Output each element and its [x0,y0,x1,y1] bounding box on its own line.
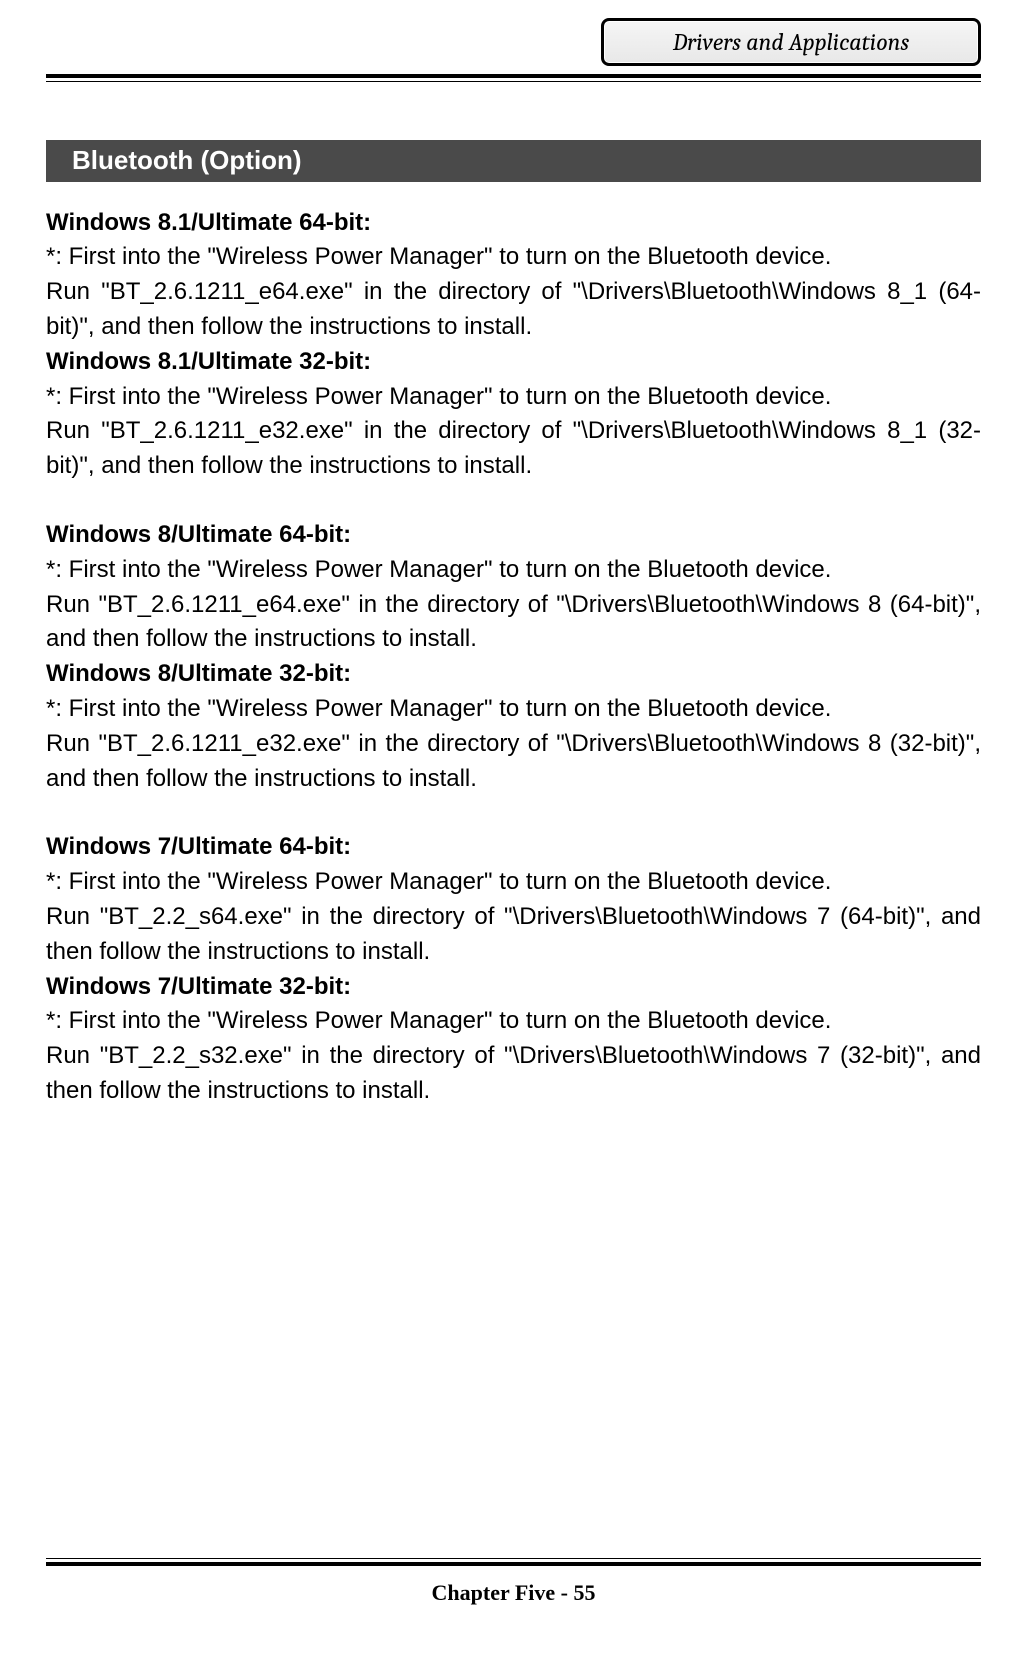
os-note: *: First into the "Wireless Power Manage… [46,240,981,275]
os-heading: Windows 8.1/Ultimate 64-bit: [46,206,981,241]
os-heading: Windows 8/Ultimate 32-bit: [46,657,981,692]
section-title: Bluetooth (Option) [72,142,302,180]
os-heading: Windows 8.1/Ultimate 32-bit: [46,345,981,380]
header-rule [46,74,981,82]
os-note: *: First into the "Wireless Power Manage… [46,1004,981,1039]
os-note: *: First into the "Wireless Power Manage… [46,380,981,415]
os-entry: Windows 8/Ultimate 32-bit: *: First into… [46,657,981,796]
chapter-label: Drivers and Applications [673,28,909,56]
os-entry: Windows 8.1/Ultimate 64-bit: *: First in… [46,206,981,345]
os-body: Run "BT_2.2_s64.exe" in the directory of… [46,900,981,970]
footer-rule [46,1558,981,1566]
section-title-bar: Bluetooth (Option) [46,140,981,182]
page-content: Bluetooth (Option) Windows 8.1/Ultimate … [0,80,1027,1109]
os-heading: Windows 7/Ultimate 64-bit: [46,830,981,865]
os-entry: Windows 7/Ultimate 32-bit: *: First into… [46,970,981,1109]
os-entry: Windows 8/Ultimate 64-bit: *: First into… [46,518,981,657]
os-heading: Windows 8/Ultimate 64-bit: [46,518,981,553]
os-entry: Windows 7/Ultimate 64-bit: *: First into… [46,830,981,969]
os-body: Run "BT_2.2_s32.exe" in the directory of… [46,1039,981,1109]
page-header: Drivers and Applications [0,0,1027,80]
os-body: Run "BT_2.6.1211_e64.exe" in the directo… [46,275,981,345]
os-heading: Windows 7/Ultimate 32-bit: [46,970,981,1005]
os-body: Run "BT_2.6.1211_e64.exe" in the directo… [46,588,981,658]
os-body: Run "BT_2.6.1211_e32.exe" in the directo… [46,727,981,797]
os-group: Windows 8/Ultimate 64-bit: *: First into… [46,518,981,796]
os-note: *: First into the "Wireless Power Manage… [46,553,981,588]
os-entry: Windows 8.1/Ultimate 32-bit: *: First in… [46,345,981,484]
os-note: *: First into the "Wireless Power Manage… [46,865,981,900]
os-note: *: First into the "Wireless Power Manage… [46,692,981,727]
page-footer: Chapter Five - 55 [46,1558,981,1606]
os-body: Run "BT_2.6.1211_e32.exe" in the directo… [46,414,981,484]
page-number-label: Chapter Five - 55 [46,1580,981,1606]
os-group: Windows 7/Ultimate 64-bit: *: First into… [46,830,981,1108]
chapter-badge: Drivers and Applications [601,18,981,66]
os-group: Windows 8.1/Ultimate 64-bit: *: First in… [46,206,981,484]
